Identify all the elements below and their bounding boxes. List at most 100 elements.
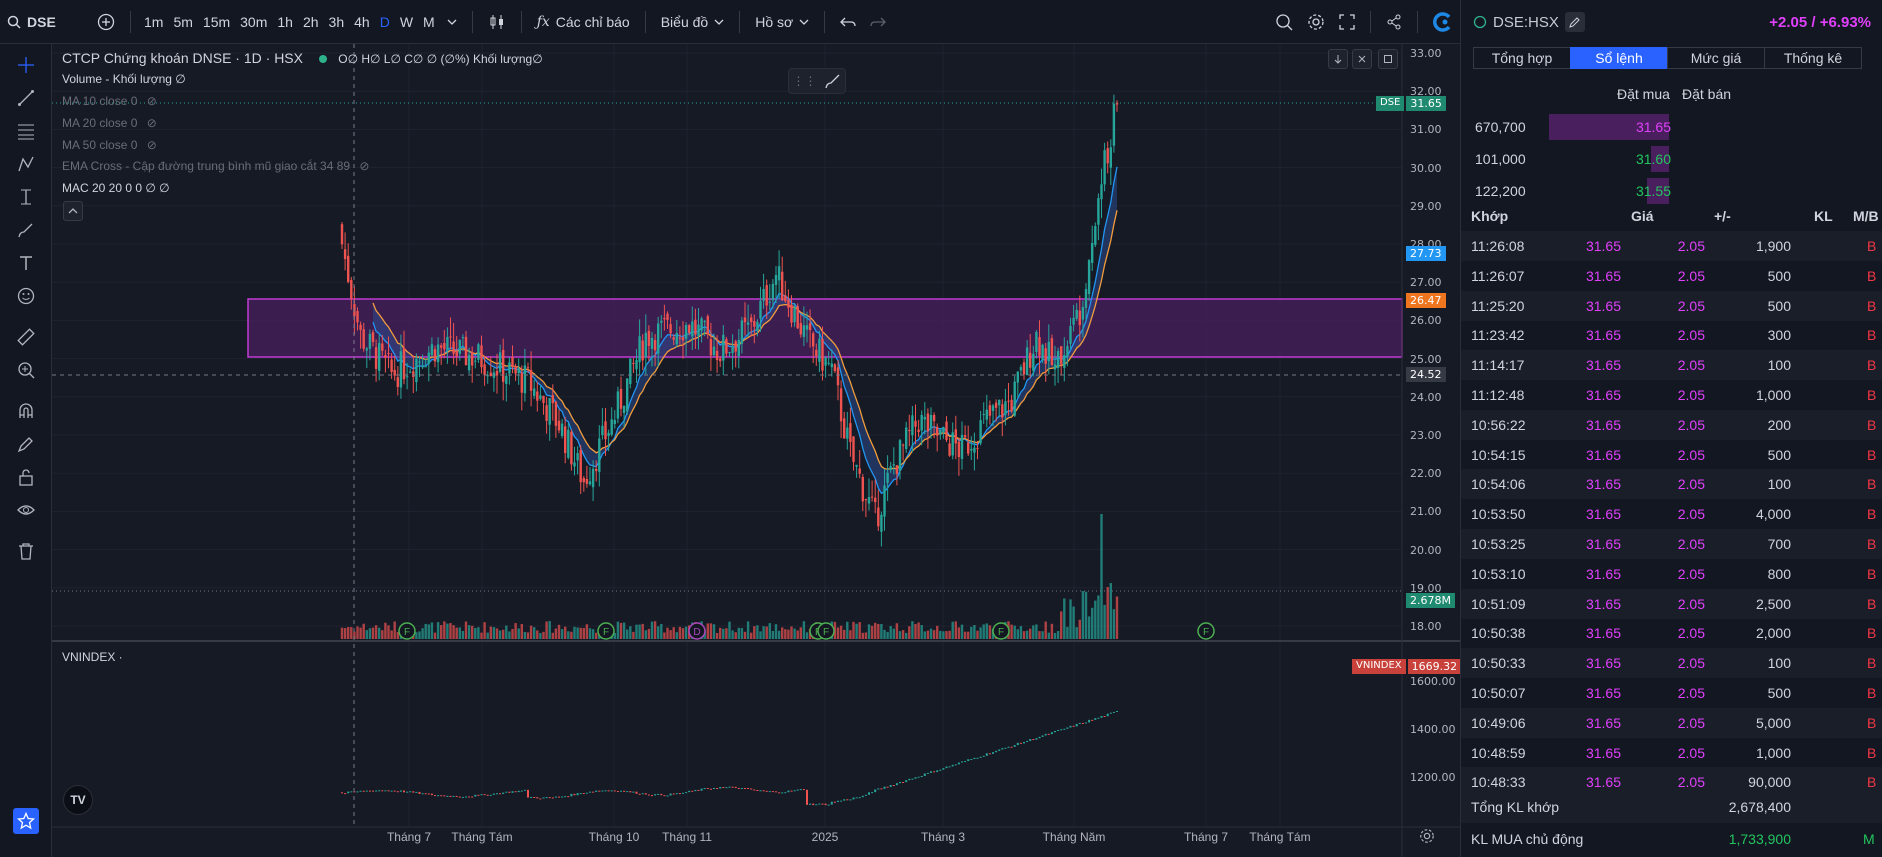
emoji-tool[interactable] (13, 283, 39, 309)
crosshair-tool[interactable] (13, 52, 39, 78)
chart-title-row[interactable]: CTCP Chứng khoán DNSE · 1D · HSX O∅ H∅ L… (62, 50, 543, 66)
trade-row[interactable]: 10:50:07 31.65 2.05 500 B (1461, 678, 1882, 708)
trade-row[interactable]: 10:50:38 31.65 2.05 2,000 B (1461, 618, 1882, 648)
order-book-row[interactable]: 101,000 31.60 (1461, 144, 1882, 174)
trade-row[interactable]: 10:54:15 31.65 2.05 500 B (1461, 440, 1882, 470)
interval-30m[interactable]: 30m (235, 0, 272, 44)
order-book-row[interactable]: 670,700 31.65 (1461, 112, 1882, 142)
mac-legend[interactable]: MAC 20 20 0 0 ∅ ∅ (62, 181, 170, 195)
ma10-legend[interactable]: MA 10 close 0 ⊘ (62, 94, 157, 108)
collapse-legend-button[interactable] (63, 201, 83, 221)
trade-row[interactable]: 11:12:48 31.65 2.05 1,000 B (1461, 380, 1882, 410)
fib-tool[interactable] (13, 118, 39, 144)
interval-1h[interactable]: 1h (272, 0, 298, 44)
lock-tool[interactable] (13, 464, 39, 490)
trade-price: 31.65 (1585, 416, 1621, 433)
pattern-tool[interactable] (13, 151, 39, 177)
tab-price-levels[interactable]: Mức giá (1667, 47, 1765, 69)
trade-row[interactable]: 10:53:25 31.65 2.05 700 B (1461, 529, 1882, 559)
tradingview-logo[interactable]: TV (63, 785, 93, 815)
interval-dropdown[interactable] (440, 0, 464, 44)
visibility-tool[interactable] (13, 497, 39, 523)
brush-tool[interactable] (13, 217, 39, 243)
candle-type-button[interactable] (481, 0, 513, 44)
order-book-row[interactable]: 122,200 31.55 (1461, 176, 1882, 206)
ruler-tool[interactable] (13, 324, 39, 350)
trendline-tool[interactable] (13, 85, 39, 111)
trade-row[interactable]: 10:54:06 31.65 2.05 100 B (1461, 469, 1882, 500)
hidden-eye-icon[interactable]: ⊘ (147, 116, 157, 130)
price-zone-rectangle[interactable] (247, 298, 1403, 358)
compare-add-button[interactable] (90, 0, 122, 44)
tab-summary[interactable]: Tổng hợp (1473, 47, 1571, 69)
time-axis-settings-button[interactable] (1419, 828, 1435, 847)
settings-button[interactable] (1300, 0, 1332, 44)
chart-menu-button[interactable]: Biểu đồ (654, 0, 731, 44)
ema-cross-legend[interactable]: EMA Cross - Cập đường trung bình mũ giao… (62, 159, 369, 173)
prediction-tool[interactable] (13, 184, 39, 210)
trade-row[interactable]: 10:53:10 31.65 2.05 800 B (1461, 559, 1882, 589)
fullscreen-button[interactable] (1332, 0, 1362, 44)
trade-row[interactable]: 11:23:42 31.65 2.05 300 B (1461, 320, 1882, 350)
favorites-tool[interactable] (13, 808, 39, 834)
chart-region[interactable]: DSE 1m 5m 15m 30m 1h 2h 3h 4h D W M ƒx Các chỉ báo… (0, 0, 1462, 857)
screener-button[interactable] (1268, 0, 1300, 44)
profile-menu-button[interactable]: Hồ sơ (748, 0, 816, 44)
pane-move-down-button[interactable] (1328, 49, 1348, 69)
floating-drawing-toolbar[interactable]: ⋮⋮ (788, 68, 846, 94)
interval-1m[interactable]: 1m (139, 0, 168, 44)
candle-body (951, 432, 954, 456)
candle-body (455, 350, 458, 357)
magnet-tool[interactable] (13, 398, 39, 424)
zoom-tool[interactable] (13, 357, 39, 383)
trade-row[interactable]: 10:51:09 31.65 2.05 2,500 B (1461, 588, 1882, 619)
pane-maximize-button[interactable] (1378, 49, 1398, 69)
redo-button[interactable] (863, 0, 893, 44)
share-button[interactable] (1379, 0, 1409, 44)
vnindex-legend[interactable]: VNINDEX · (62, 650, 123, 664)
tab-statistics[interactable]: Thống kê (1764, 47, 1862, 69)
trade-row[interactable]: 10:50:33 31.65 2.05 100 B (1461, 648, 1882, 679)
trade-row[interactable]: 10:49:06 31.65 2.05 5,000 B (1461, 707, 1882, 738)
stay-drawing-tool[interactable] (13, 431, 39, 457)
volume-legend[interactable]: Volume - Khối lượng ∅ (62, 72, 186, 86)
edit-icon[interactable] (1564, 12, 1585, 32)
interval-w[interactable]: W (395, 0, 418, 44)
hidden-eye-icon[interactable]: ⊘ (359, 159, 369, 173)
interval-m-month[interactable]: M (418, 0, 440, 44)
tab-order-book[interactable]: Sổ lệnh (1570, 47, 1668, 69)
text-tool[interactable] (13, 250, 39, 276)
trade-row[interactable]: 11:25:20 31.65 2.05 500 B (1461, 290, 1882, 321)
hidden-eye-icon[interactable]: ⊘ (147, 138, 157, 152)
undo-button[interactable] (833, 0, 863, 44)
interval-3h[interactable]: 3h (324, 0, 350, 44)
event-marker[interactable]: F (817, 622, 835, 640)
pane-close-button[interactable] (1352, 49, 1372, 69)
interval-d[interactable]: D (375, 0, 395, 44)
trade-row[interactable]: 10:48:59 31.65 2.05 1,000 B (1461, 738, 1882, 768)
trade-row[interactable]: 11:14:17 31.65 2.05 100 B (1461, 350, 1882, 381)
symbol-search[interactable]: DSE (0, 0, 90, 44)
panel-symbol[interactable]: DSE:HSX (1473, 12, 1585, 32)
hidden-eye-icon[interactable]: ⊘ (147, 94, 157, 108)
trade-row[interactable]: 11:26:08 31.65 2.05 1,900 B (1461, 231, 1882, 261)
interval-15m[interactable]: 15m (198, 0, 235, 44)
event-marker[interactable]: D (688, 622, 706, 640)
trade-row[interactable]: 10:56:22 31.65 2.05 200 B (1461, 409, 1882, 440)
ma20-legend[interactable]: MA 20 close 0 ⊘ (62, 116, 157, 130)
event-marker[interactable]: F (398, 622, 416, 640)
interval-5m[interactable]: 5m (168, 0, 197, 44)
event-marker[interactable]: F (992, 622, 1010, 640)
ma50-legend[interactable]: MA 50 close 0 ⊘ (62, 138, 157, 152)
interval-4h[interactable]: 4h (349, 0, 375, 44)
interval-2h[interactable]: 2h (298, 0, 324, 44)
trade-row[interactable]: 11:26:07 31.65 2.05 500 B (1461, 261, 1882, 291)
event-marker[interactable]: F (597, 622, 615, 640)
delete-drawings-tool[interactable] (13, 538, 39, 564)
indicators-button[interactable]: ƒx Các chỉ báo (530, 0, 637, 44)
ask-header: Đặt bán (1682, 86, 1732, 102)
trade-row[interactable]: 10:53:50 31.65 2.05 4,000 B (1461, 499, 1882, 529)
event-marker[interactable]: F (1197, 622, 1215, 640)
drag-handle-icon[interactable]: ⋮⋮ (793, 74, 817, 88)
trade-list[interactable]: 11:26:08 31.65 2.05 1,900 B 11:26:07 31.65 2.05… (1461, 231, 1882, 801)
